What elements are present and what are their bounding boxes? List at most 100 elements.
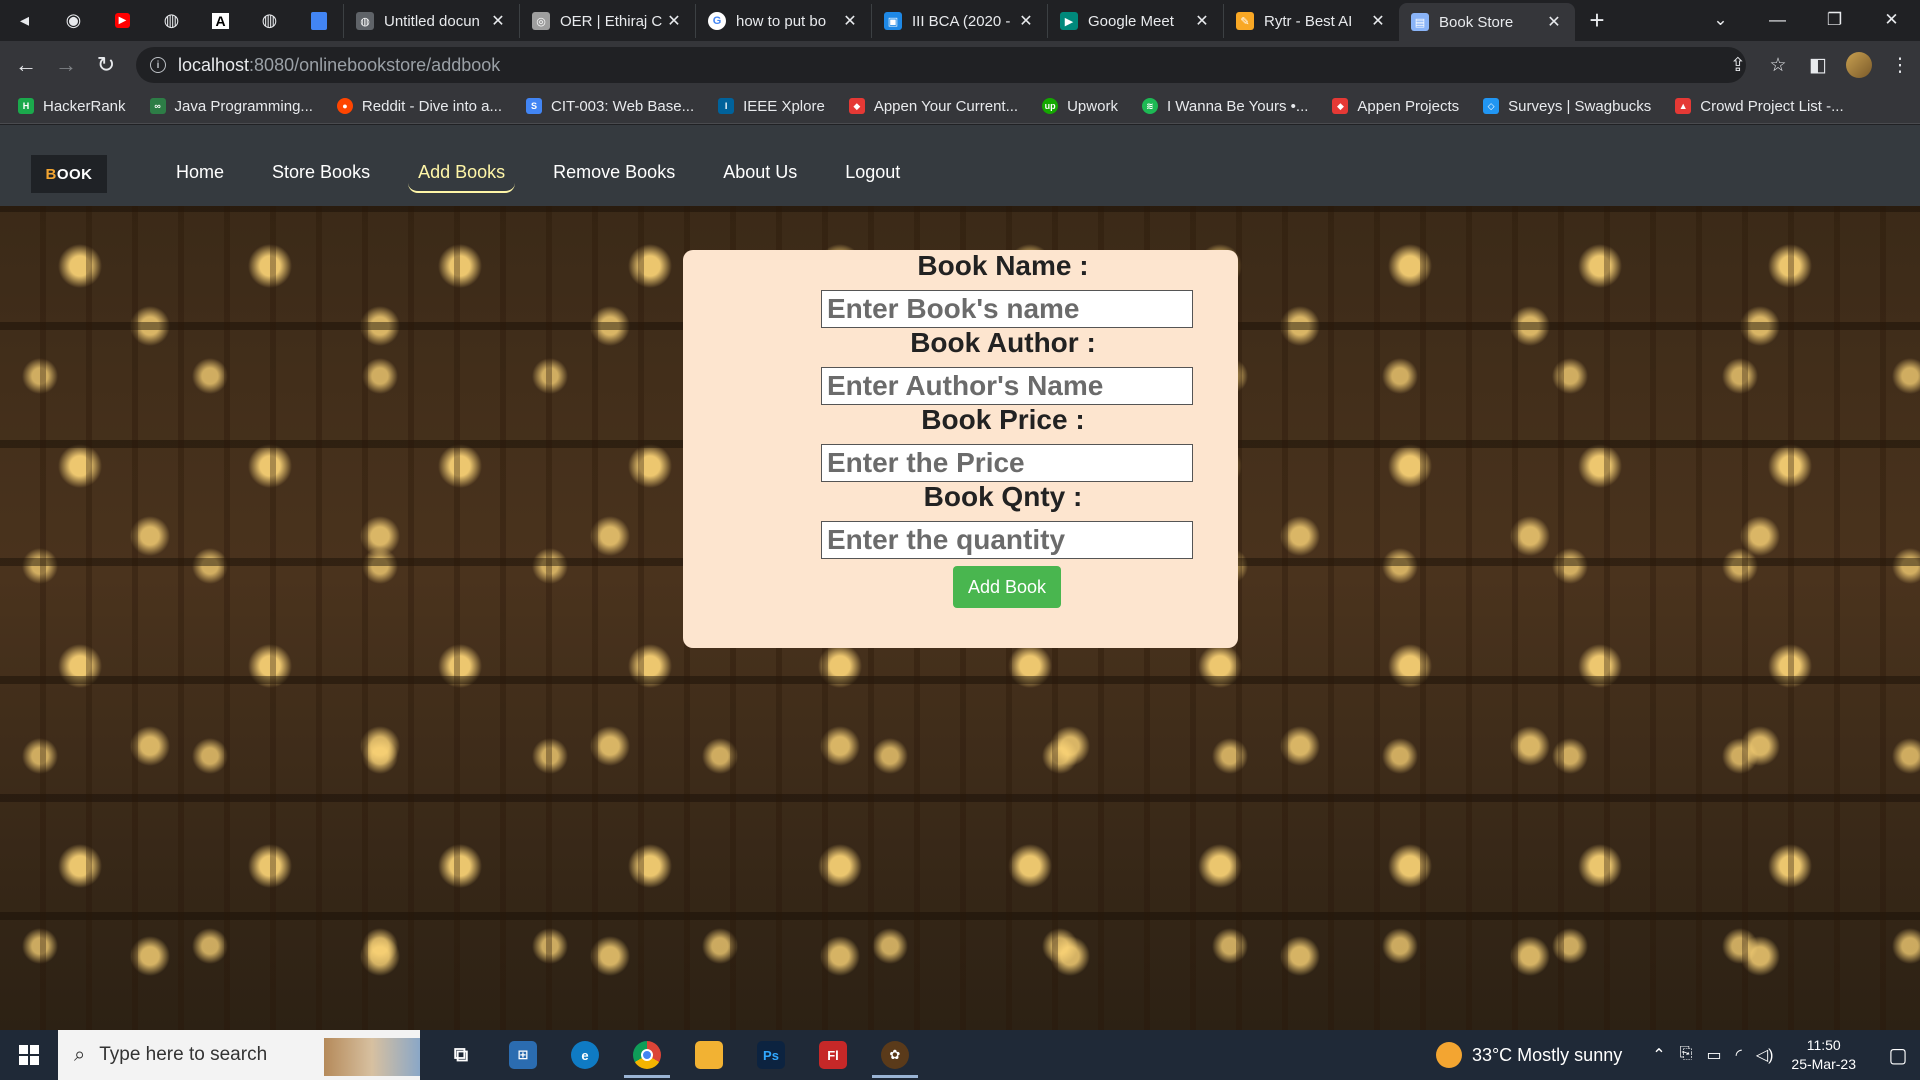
bookmark-item[interactable]: ◇ Surveys | Swagbucks — [1483, 98, 1651, 115]
bookmark-item[interactable]: ◆ Appen Your Current... — [848, 98, 1018, 115]
book-author-input[interactable] — [821, 367, 1193, 405]
close-icon[interactable]: ✕ — [1193, 11, 1211, 31]
bookmark-label: Upwork — [1067, 97, 1118, 115]
hackerrank-icon: H — [18, 98, 34, 114]
volume-icon[interactable]: ◁) — [1756, 1045, 1774, 1065]
clock[interactable]: 11:50 25-Mar-23 — [1791, 1036, 1856, 1074]
bookmarks-bar: H HackerRank ∞ Java Programming... ● Reddit… — [0, 89, 1920, 124]
weather-text: 33°C Mostly sunny — [1471, 1044, 1623, 1065]
close-icon[interactable]: ✕ — [841, 11, 859, 31]
google-icon: G — [708, 12, 726, 30]
bookmark-item[interactable]: ▲ Crowd Project List -... — [1675, 98, 1844, 115]
notification-icon[interactable]: ▢ — [1876, 1030, 1920, 1080]
chrome-icon[interactable] — [616, 1030, 678, 1080]
bookmark-item[interactable]: S CIT-003: Web Base... — [525, 97, 695, 115]
tab-search-icon[interactable]: ⌄ — [1692, 0, 1749, 40]
site-logo[interactable]: B OOK — [31, 155, 107, 193]
bookmark-item[interactable]: H HackerRank — [18, 98, 126, 115]
share-icon[interactable]: ⇪ — [1718, 54, 1758, 77]
battery-icon[interactable]: ▭ — [1706, 1045, 1721, 1065]
tab[interactable]: ▶ Google Meet ✕ — [1047, 4, 1223, 38]
close-icon[interactable]: ✕ — [1017, 11, 1035, 31]
site-icon: ◎ — [532, 12, 550, 30]
pinned-tab-speaker[interactable]: ◂ — [0, 0, 49, 41]
address-bar[interactable]: i localhost:8080/onlinebookstore/addbook — [136, 47, 1746, 83]
pinned-tab-github[interactable]: ◉ — [49, 0, 98, 41]
pinned-tab-font[interactable]: A — [196, 0, 245, 41]
upwork-icon: up — [1042, 98, 1059, 114]
crowd-icon: ▲ — [1675, 98, 1692, 114]
profile-avatar[interactable] — [1846, 52, 1872, 78]
bookmark-item[interactable]: ∞ Java Programming... — [149, 98, 313, 115]
forward-icon[interactable]: → — [46, 45, 86, 85]
close-icon[interactable]: ✕ — [1545, 12, 1563, 32]
pinned-tab-globe-1[interactable]: ◍ — [147, 0, 196, 41]
bookmark-label: Reddit - Dive into a... — [361, 97, 502, 115]
app-icon[interactable]: ✿ — [864, 1030, 926, 1080]
new-tab-button[interactable]: + — [1575, 0, 1619, 41]
nav-store-books[interactable]: Store Books — [262, 154, 380, 193]
bookmark-item[interactable]: ≋ I Wanna Be Yours •... — [1141, 98, 1308, 115]
weather-widget[interactable]: 33°C Mostly sunny — [1435, 1042, 1623, 1068]
book-name-label: Book Name : — [917, 250, 1089, 281]
nav-logout[interactable]: Logout — [835, 154, 910, 193]
logo-text-part1: B — [45, 165, 57, 183]
close-icon[interactable]: ✕ — [489, 11, 507, 31]
windows-taskbar: ⌕ Type here to search ⧉ ⊞ e Ps Fl ✿ 33°C… — [0, 1030, 1920, 1080]
page-icon: ▤ — [1411, 13, 1429, 31]
tab-title: OER | Ethiraj C — [560, 12, 663, 30]
back-icon[interactable]: ← — [6, 45, 46, 85]
book-price-input[interactable] — [821, 444, 1193, 482]
site-info-icon[interactable]: i — [150, 57, 166, 73]
bookmark-star-icon[interactable]: ☆ — [1758, 54, 1798, 77]
close-window-icon[interactable]: ✕ — [1863, 0, 1920, 40]
file-explorer-icon[interactable] — [678, 1030, 740, 1080]
microsoft-store-icon[interactable]: ⊞ — [492, 1030, 554, 1080]
bookmark-item[interactable]: up Upwork — [1042, 98, 1118, 115]
tab-title: Book Store — [1439, 13, 1514, 31]
close-icon[interactable]: ✕ — [1369, 11, 1387, 31]
taskbar-search[interactable]: ⌕ Type here to search — [58, 1030, 420, 1080]
pinned-tab-globe-2[interactable]: ◍ — [245, 0, 294, 41]
rytr-icon: ✎ — [1236, 12, 1254, 30]
tab[interactable]: ◎ OER | Ethiraj C ✕ — [519, 4, 695, 38]
nav-home[interactable]: Home — [166, 154, 234, 193]
chevron-up-icon[interactable]: ⌃ — [1652, 1045, 1665, 1065]
tab[interactable]: ✎ Rytr - Best AI ✕ — [1223, 4, 1399, 38]
start-button[interactable] — [0, 1030, 58, 1080]
nav-add-books[interactable]: Add Books — [408, 154, 516, 193]
tab-title: III BCA (2020 - — [912, 12, 1011, 30]
edge-icon[interactable]: e — [554, 1030, 616, 1080]
menu-icon[interactable]: ⋮ — [1880, 54, 1920, 77]
side-panel-icon[interactable]: ◧ — [1798, 54, 1838, 77]
minimize-icon[interactable]: — — [1749, 0, 1806, 40]
nav-remove-books[interactable]: Remove Books — [543, 154, 685, 193]
book-name-input[interactable] — [821, 290, 1193, 328]
tab[interactable]: ◍ Untitled docun ✕ — [343, 4, 519, 38]
spotify-icon: ≋ — [1141, 98, 1158, 114]
book-qty-input[interactable] — [821, 521, 1193, 559]
bookmark-item[interactable]: I IEEE Xplore — [718, 98, 825, 115]
clock-date: 25-Mar-23 — [1791, 1056, 1856, 1072]
tab-title: Untitled docun — [384, 12, 480, 30]
pinned-tab-docs[interactable] — [294, 0, 343, 41]
meet-now-icon[interactable]: ⎘ — [1680, 1045, 1693, 1065]
tab[interactable]: ▣ III BCA (2020 - ✕ — [871, 4, 1047, 38]
flash-icon[interactable]: Fl — [802, 1030, 864, 1080]
bookmark-item[interactable]: ● Reddit - Dive into a... — [336, 97, 502, 115]
system-tray: 33°C Mostly sunny ⌃ ⎘ ▭ ◜ ◁) 11:50 25-Ma… — [1435, 1030, 1920, 1080]
restore-icon[interactable]: ❐ — [1806, 0, 1863, 40]
pinned-tab-youtube[interactable]: ▶ — [98, 0, 147, 41]
tab[interactable]: G how to put bo ✕ — [695, 4, 871, 38]
reload-icon[interactable]: ↻ — [86, 45, 126, 85]
wifi-icon[interactable]: ◜ — [1736, 1045, 1742, 1065]
close-icon[interactable]: ✕ — [665, 11, 683, 31]
nav-about-us[interactable]: About Us — [713, 154, 807, 193]
add-book-button[interactable]: Add Book — [953, 566, 1061, 608]
bookmark-label: CIT-003: Web Base... — [550, 97, 695, 115]
photoshop-icon[interactable]: Ps — [740, 1030, 802, 1080]
tab-active[interactable]: ▤ Book Store ✕ — [1399, 3, 1575, 41]
bookmark-item[interactable]: ◆ Appen Projects — [1332, 98, 1459, 115]
task-view-icon[interactable]: ⧉ — [430, 1030, 492, 1080]
meet-icon: ▶ — [1060, 12, 1078, 30]
